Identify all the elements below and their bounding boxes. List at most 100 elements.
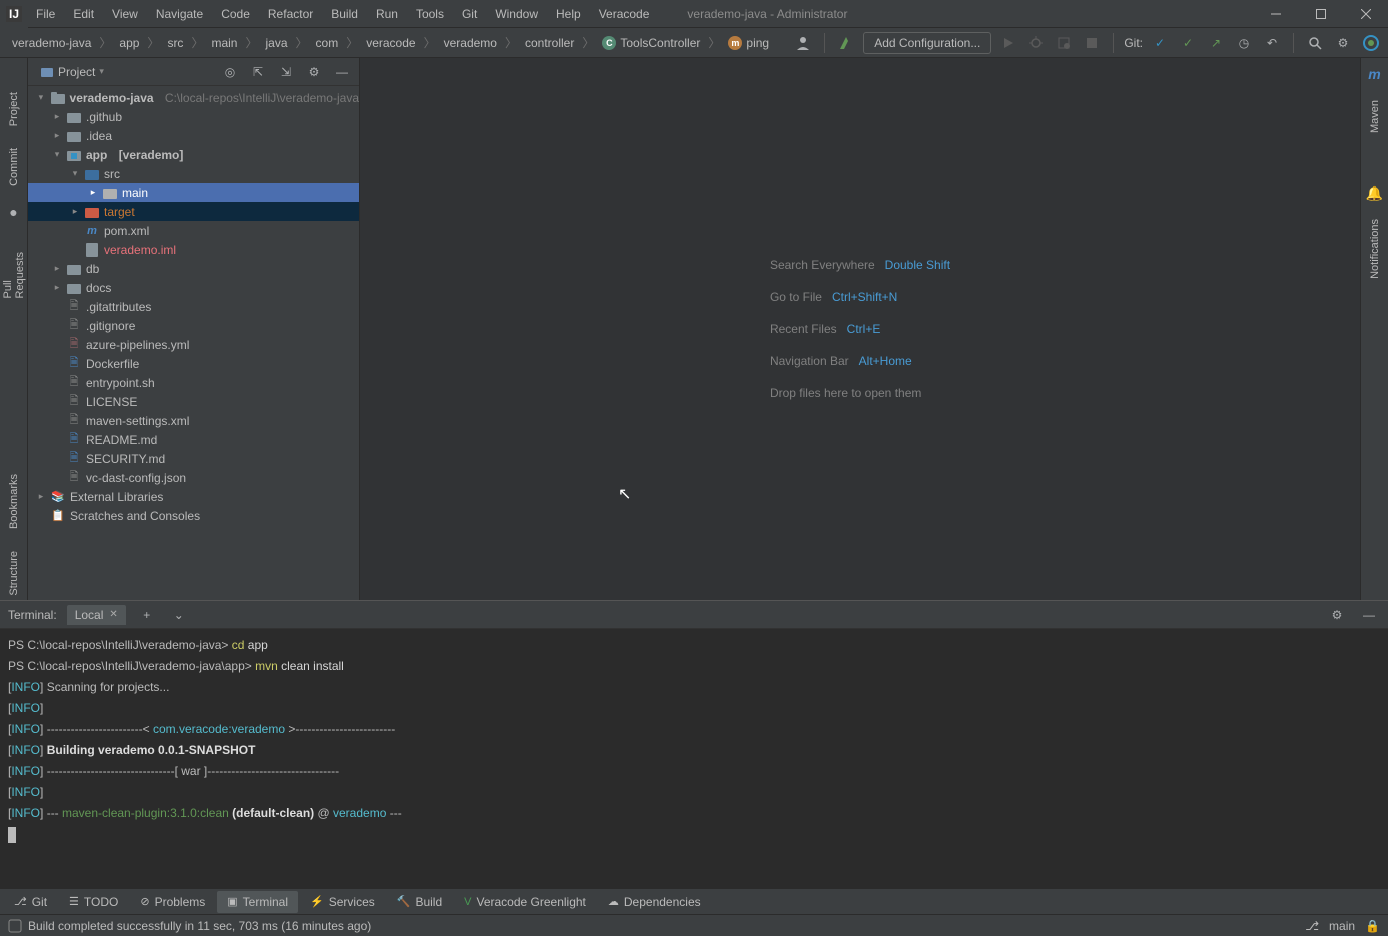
bc-verademo[interactable]: verademo (438, 34, 503, 52)
tab-terminal[interactable]: ▣Terminal (217, 891, 298, 913)
tree-iml[interactable]: verademo.iml (28, 240, 359, 259)
debug-icon[interactable] (1025, 32, 1047, 54)
minimize-button[interactable] (1253, 0, 1298, 28)
settings-icon[interactable]: ⚙ (1332, 32, 1354, 54)
bc-src[interactable]: src (161, 34, 189, 52)
run-icon[interactable] (997, 32, 1019, 54)
tree-main[interactable]: ▸main (28, 183, 359, 202)
maximize-button[interactable] (1298, 0, 1343, 28)
coverage-icon[interactable] (1053, 32, 1075, 54)
git-revert-icon[interactable]: ↶ (1261, 32, 1283, 54)
tree-readme[interactable]: 🗎README.md (28, 430, 359, 449)
tab-veracode[interactable]: VVeracode Greenlight (454, 891, 596, 913)
bc-project[interactable]: verademo-java (6, 34, 97, 52)
pullreq-tab-label[interactable]: Pull Requests (2, 248, 26, 302)
tree-gitignore[interactable]: 🗎.gitignore (28, 316, 359, 335)
locate-icon[interactable]: ◎ (219, 61, 241, 83)
tree-app[interactable]: ▾app [verademo] (28, 145, 359, 164)
bc-app[interactable]: app (113, 34, 145, 52)
bc-main[interactable]: main (205, 34, 243, 52)
maven-gutter-icon[interactable]: m (1367, 66, 1383, 82)
add-configuration-button[interactable]: Add Configuration... (863, 32, 991, 54)
git-history-icon[interactable]: ◷ (1233, 32, 1255, 54)
bc-java[interactable]: java (259, 34, 293, 52)
bc-controller[interactable]: controller (519, 34, 580, 52)
bc-class[interactable]: CToolsController (596, 34, 706, 52)
expand-icon[interactable]: ⇱ (247, 61, 269, 83)
tree-docs[interactable]: ▸docs (28, 278, 359, 297)
tab-services[interactable]: ⚡Services (300, 891, 385, 913)
tree-entry[interactable]: 🗎entrypoint.sh (28, 373, 359, 392)
tree-idea[interactable]: ▸.idea (28, 126, 359, 145)
tree-root[interactable]: ▾verademo-java C:\local-repos\IntelliJ\v… (28, 88, 359, 107)
commit-tab-label[interactable]: Commit (8, 144, 20, 190)
terminal-hide-icon[interactable]: — (1358, 604, 1380, 626)
close-button[interactable] (1343, 0, 1388, 28)
tab-todo[interactable]: ☰TODO (59, 891, 128, 913)
lock-icon[interactable]: 🔒 (1365, 919, 1380, 933)
branch-icon[interactable]: ⎇ (1305, 919, 1319, 933)
gutter-dot-icon[interactable]: ● (6, 204, 22, 220)
panel-title[interactable]: Project ▾ (34, 63, 110, 81)
notifications-icon[interactable]: 🔔 (1367, 185, 1383, 201)
menu-git[interactable]: Git (454, 3, 485, 25)
maven-tab-label[interactable]: Maven (1369, 96, 1381, 137)
build-icon[interactable] (835, 32, 857, 54)
terminal-body[interactable]: PS C:\local-repos\IntelliJ\verademo-java… (0, 629, 1388, 888)
tree-src[interactable]: ▾src (28, 164, 359, 183)
bookmarks-tab-label[interactable]: Bookmarks (8, 470, 20, 533)
menu-file[interactable]: File (28, 3, 63, 25)
stop-icon[interactable] (1081, 32, 1103, 54)
tab-dependencies[interactable]: ☁Dependencies (598, 891, 711, 913)
bc-method[interactable]: mping (722, 34, 775, 52)
tree-gitattr[interactable]: 🗎.gitattributes (28, 297, 359, 316)
tree-azure[interactable]: 🗎azure-pipelines.yml (28, 335, 359, 354)
menu-code[interactable]: Code (213, 3, 258, 25)
tree-db[interactable]: ▸db (28, 259, 359, 278)
git-commit-icon[interactable]: ✓ (1177, 32, 1199, 54)
panel-settings-icon[interactable]: ⚙ (303, 61, 325, 83)
tree-vcdast[interactable]: 🗎vc-dast-config.json (28, 468, 359, 487)
branch-name[interactable]: main (1329, 919, 1355, 933)
menu-window[interactable]: Window (487, 3, 546, 25)
menu-run[interactable]: Run (368, 3, 406, 25)
tree-security[interactable]: 🗎SECURITY.md (28, 449, 359, 468)
tree-scratch[interactable]: 📋Scratches and Consoles (28, 506, 359, 525)
bc-com[interactable]: com (310, 34, 345, 52)
tree-pom[interactable]: mpom.xml (28, 221, 359, 240)
tree-license[interactable]: 🗎LICENSE (28, 392, 359, 411)
tab-build[interactable]: 🔨Build (387, 891, 452, 913)
terminal-settings-icon[interactable]: ⚙ (1326, 604, 1348, 626)
veracode-toolbar-icon[interactable] (1360, 32, 1382, 54)
tab-git[interactable]: ⎇Git (4, 891, 57, 913)
panel-hide-icon[interactable]: — (331, 61, 353, 83)
tree-mvnset[interactable]: 🗎maven-settings.xml (28, 411, 359, 430)
tree-extlib[interactable]: ▸📚External Libraries (28, 487, 359, 506)
notifications-tab-label[interactable]: Notifications (1369, 215, 1381, 283)
project-tab-label[interactable]: Project (8, 88, 20, 130)
tab-problems[interactable]: ⊘Problems (130, 891, 215, 913)
menu-help[interactable]: Help (548, 3, 589, 25)
bc-veracode[interactable]: veracode (360, 34, 421, 52)
terminal-tab-local[interactable]: Local✕ (67, 605, 126, 625)
tree-target[interactable]: ▸target (28, 202, 359, 221)
search-icon[interactable] (1304, 32, 1326, 54)
user-icon[interactable] (792, 32, 814, 54)
git-update-icon[interactable]: ✓ (1149, 32, 1171, 54)
new-terminal-icon[interactable]: + (136, 604, 158, 626)
git-push-icon[interactable]: ↗ (1205, 32, 1227, 54)
menu-build[interactable]: Build (323, 3, 366, 25)
tree-docker[interactable]: 🗎Dockerfile (28, 354, 359, 373)
collapse-icon[interactable]: ⇲ (275, 61, 297, 83)
tree-github[interactable]: ▸.github (28, 107, 359, 126)
close-tab-icon[interactable]: ✕ (109, 609, 117, 620)
menu-edit[interactable]: Edit (65, 3, 102, 25)
menu-veracode[interactable]: Veracode (591, 3, 658, 25)
menu-refactor[interactable]: Refactor (260, 3, 321, 25)
menu-tools[interactable]: Tools (408, 3, 452, 25)
terminal-dropdown-icon[interactable]: ⌄ (168, 604, 190, 626)
project-tree[interactable]: ▾verademo-java C:\local-repos\IntelliJ\v… (28, 86, 359, 600)
menu-view[interactable]: View (104, 3, 146, 25)
structure-tab-label[interactable]: Structure (8, 547, 20, 600)
menu-navigate[interactable]: Navigate (148, 3, 211, 25)
